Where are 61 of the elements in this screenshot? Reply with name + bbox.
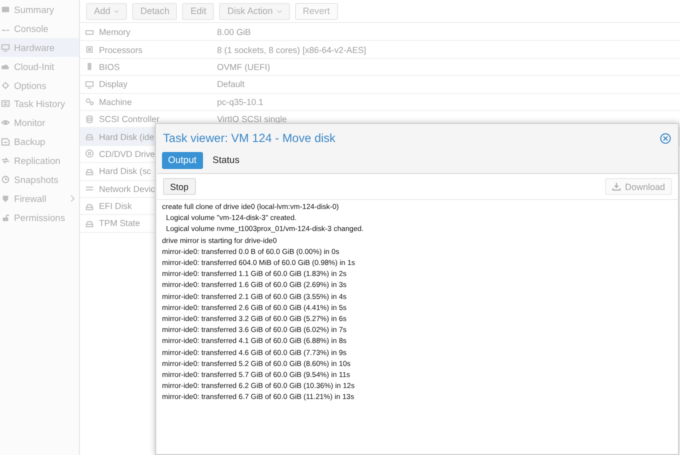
hardware-row[interactable]: Machine pc-q35-10.1 (80, 94, 680, 111)
hardware-name: SCSI Controller (99, 114, 160, 124)
sidebar-item[interactable]: Console (0, 18, 79, 38)
sidebar-item[interactable]: Replication (0, 151, 79, 170)
eye-icon (1, 118, 10, 128)
hardware-name: Display (99, 79, 128, 90)
hardware-name: Network Devic (99, 184, 155, 194)
tab[interactable]: Output (162, 152, 203, 169)
sidebar-item[interactable]: Monitor (0, 113, 79, 132)
hardware-row[interactable]: BIOS OVMF (UEFI) (80, 58, 680, 76)
hardware-value: 8.00 GiB (217, 27, 251, 38)
hardware-name: Hard Disk (sc (99, 166, 152, 176)
clock-icon (1, 174, 10, 184)
cloud-icon (1, 62, 10, 71)
close-icon[interactable] (660, 132, 671, 144)
disc-icon (85, 149, 94, 158)
hardware-name: EFI Disk (99, 201, 132, 212)
toolbar-button[interactable]: Add (86, 2, 128, 20)
network-icon (85, 184, 94, 194)
cpu-icon (85, 45, 94, 54)
hardware-value: VirtIO SCSI single (217, 114, 287, 124)
hardware-name: CD/DVD Drive (99, 148, 155, 159)
sidebar-item[interactable]: Options (0, 76, 79, 94)
hardware-name: Processors (99, 44, 142, 55)
toolbar-button[interactable]: Disk Action (219, 2, 290, 20)
hardware-row[interactable]: Memory 8.00 GiB (80, 24, 680, 42)
toolbar-button[interactable]: Edit (182, 2, 214, 20)
save-icon (1, 137, 10, 146)
sidebar-item[interactable]: Cloud-Init (0, 56, 79, 76)
memory-icon (85, 28, 94, 37)
hardware-name: BIOS (99, 62, 120, 72)
hardware-row[interactable]: Display Default (80, 76, 680, 94)
hardware-name: Hard Disk (ide (99, 132, 154, 142)
hardware-name: TPM State (99, 218, 140, 228)
hardware-value: Default (217, 79, 245, 90)
lock-icon (1, 212, 10, 222)
monitor-icon (1, 42, 10, 52)
sidebar-item[interactable]: Snapshots (0, 170, 79, 189)
monitor-icon (85, 80, 94, 89)
sidebar-item[interactable]: Backup (0, 132, 79, 152)
sidebar-item[interactable]: Permissions (0, 208, 79, 227)
toolbar-button[interactable]: Detach (132, 2, 178, 20)
stop-button[interactable]: Stop (163, 178, 196, 195)
download-icon (612, 182, 621, 191)
hardware-name: Machine (99, 96, 132, 107)
sidebar-item[interactable]: Task History (0, 94, 79, 114)
hardware-value: pc-q35-10.1 (217, 96, 264, 107)
hardware-row[interactable]: Processors 8 (1 sockets, 8 cores) [x86-64-v2-AES] (80, 41, 680, 59)
sidebar-item[interactable]: Hardware (0, 38, 79, 57)
hardware-name: Memory (99, 27, 130, 38)
list-icon (1, 99, 10, 108)
gears-icon (85, 97, 94, 106)
arrows-icon (1, 156, 10, 166)
sidebar-item[interactable]: Summary (0, 0, 79, 19)
tab[interactable]: Status (206, 152, 246, 169)
dialog-title: Task viewer: VM 124 - Move disk (163, 131, 336, 145)
sidebar-item[interactable]: Firewall (0, 188, 79, 208)
database-icon (85, 114, 94, 124)
hardware-value: 8 (1 sockets, 8 cores) [x86-64-v2-AES] (217, 44, 366, 55)
shield-icon (1, 194, 10, 203)
hardware-value: OVMF (UEFI) (217, 62, 270, 72)
